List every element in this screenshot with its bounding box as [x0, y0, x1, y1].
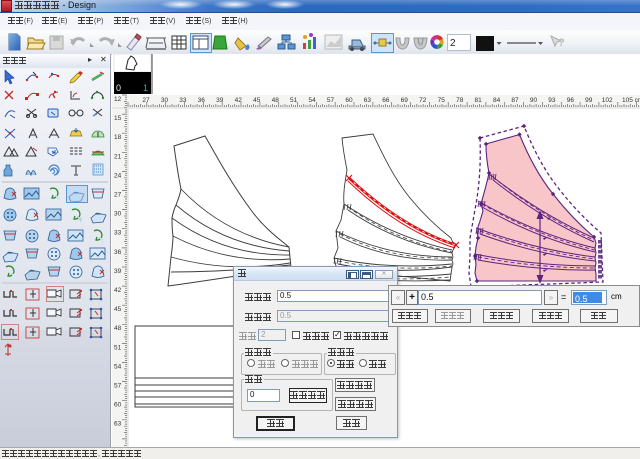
svg-text:36: 36: [114, 249, 122, 256]
svg-text:42: 42: [235, 97, 243, 104]
svg-text:39: 39: [114, 268, 122, 275]
svg-text:33: 33: [179, 97, 187, 104]
svg-text:93: 93: [548, 97, 556, 104]
svg-text:24: 24: [114, 172, 122, 179]
svg-text:90: 90: [530, 97, 538, 104]
svg-text:54: 54: [308, 97, 316, 104]
svg-text:33: 33: [114, 230, 122, 237]
svg-text:81: 81: [474, 97, 482, 104]
svg-text:63: 63: [114, 421, 122, 428]
svg-text:105 cm: 105 cm: [622, 97, 640, 104]
svg-text:57: 57: [114, 383, 122, 390]
svg-text:60: 60: [345, 97, 353, 104]
svg-text:48: 48: [114, 325, 122, 332]
svg-text:57: 57: [327, 97, 335, 104]
svg-text:48: 48: [272, 97, 280, 104]
svg-text:0: 0: [116, 83, 121, 93]
svg-text:18: 18: [114, 134, 122, 141]
svg-text:21: 21: [114, 153, 122, 160]
svg-text:75: 75: [438, 97, 446, 104]
svg-text:84: 84: [493, 97, 501, 104]
svg-text:45: 45: [114, 306, 122, 313]
svg-text:96: 96: [567, 97, 575, 104]
svg-text:30: 30: [161, 97, 169, 104]
svg-text:2: 2: [450, 38, 456, 49]
svg-text:102: 102: [602, 97, 613, 104]
svg-text:87: 87: [511, 97, 519, 104]
svg-text:60: 60: [114, 402, 122, 409]
svg-text:54: 54: [114, 363, 122, 370]
svg-text:72: 72: [419, 97, 427, 104]
svg-text:1: 1: [143, 83, 148, 93]
svg-text:39: 39: [216, 97, 224, 104]
svg-text:12: 12: [114, 96, 122, 103]
svg-text:63: 63: [364, 97, 372, 104]
svg-text:51: 51: [290, 97, 298, 104]
svg-text:69: 69: [401, 97, 409, 104]
svg-text:15: 15: [114, 115, 122, 122]
svg-text:27: 27: [142, 97, 150, 104]
svg-text:30: 30: [114, 211, 122, 218]
svg-text:51: 51: [114, 344, 122, 351]
svg-text:45: 45: [253, 97, 261, 104]
svg-text:?: ?: [558, 37, 565, 49]
svg-text:36: 36: [198, 97, 206, 104]
svg-text:42: 42: [114, 287, 122, 294]
svg-text:66: 66: [382, 97, 390, 104]
svg-text:27: 27: [114, 192, 122, 199]
svg-text:99: 99: [585, 97, 593, 104]
svg-text:78: 78: [456, 97, 464, 104]
